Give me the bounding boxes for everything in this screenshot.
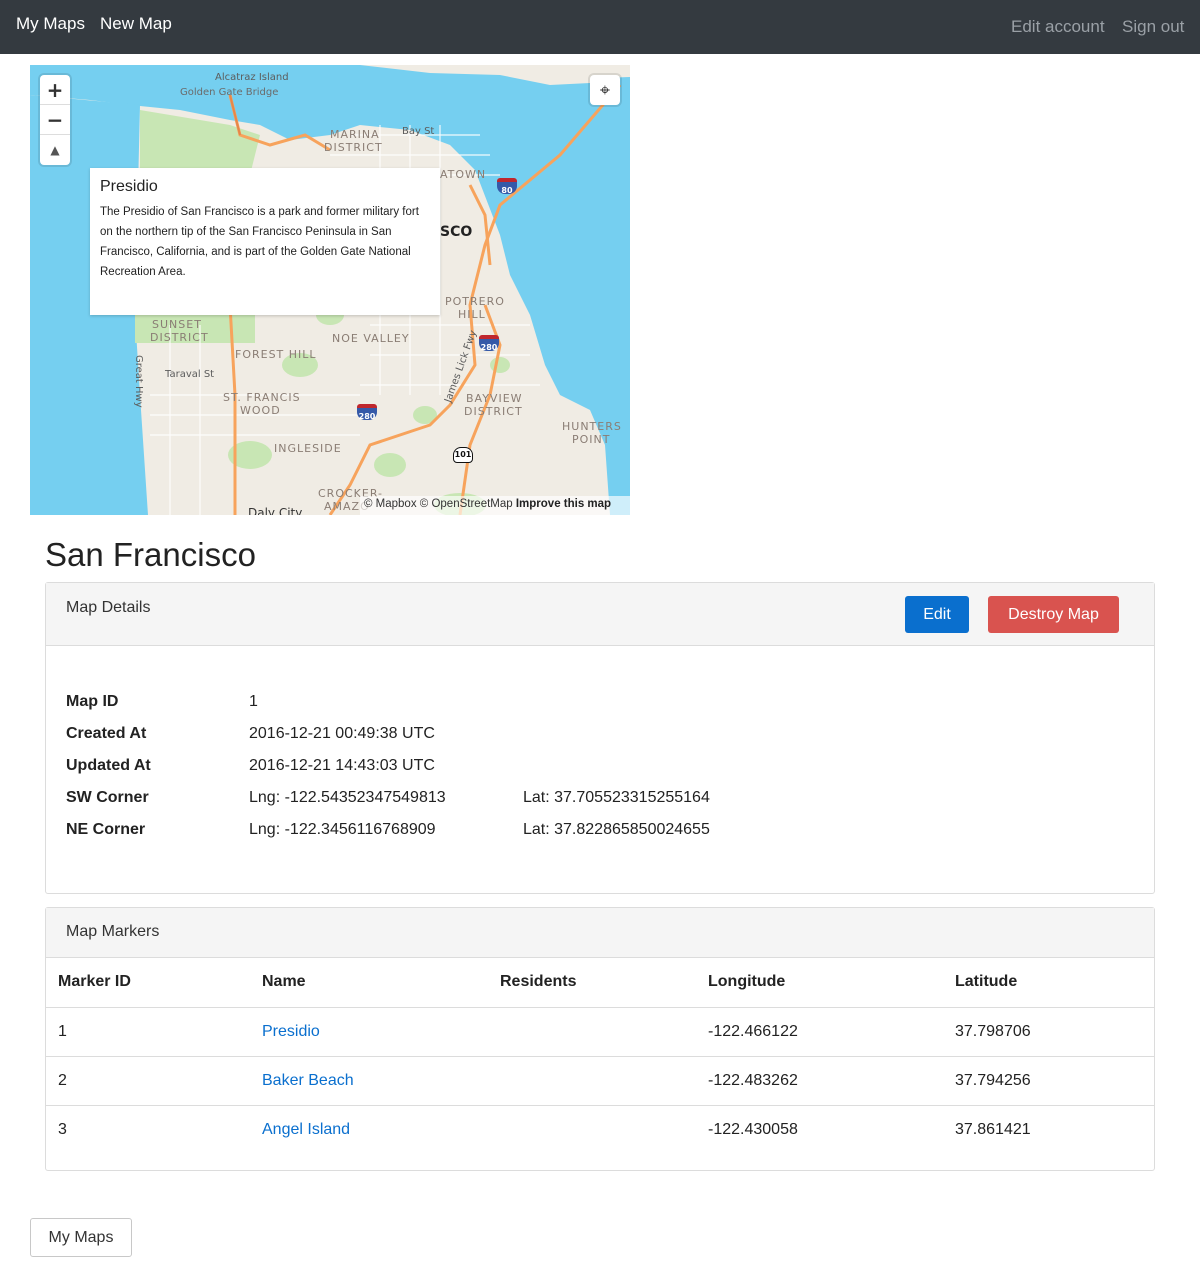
map-label-st-francis: ST. FRANCIS (223, 391, 301, 404)
map-label-sco: SCO (440, 224, 473, 240)
column-header-residents: Residents (488, 958, 696, 1008)
map-details-title: Map Details (66, 599, 151, 616)
map-label-sunset-district: DISTRICT (150, 331, 209, 344)
map-marker-popup: Presidio The Presidio of San Francisco i… (90, 168, 440, 315)
popup-title: Presidio (100, 178, 158, 195)
detail-label-updated-at: Updated At (66, 757, 151, 774)
map-label-point: POINT (572, 433, 611, 446)
detail-value-sw-lat: Lat: 37.705523315255164 (523, 789, 710, 806)
map-markers-title: Map Markers (66, 923, 160, 940)
map-markers-card: Map Markers Marker ID Name Residents Lon… (45, 907, 1155, 1171)
interstate-80-shield-icon: 80 (497, 178, 517, 195)
attribution-osm-link[interactable]: © OpenStreetMap (420, 498, 513, 510)
marker-id-cell: 2 (46, 1055, 250, 1105)
us-101-shield-icon: 101 (453, 447, 473, 463)
map-label-bayview: BAYVIEW (466, 392, 523, 405)
detail-value-ne-lng: Lng: -122.3456116768909 (249, 821, 436, 838)
compass-icon[interactable]: ▲ (40, 135, 70, 165)
nav-edit-account-link[interactable]: Edit account (1011, 17, 1105, 37)
table-header-row: Marker ID Name Residents Longitude Latit… (46, 958, 1154, 1008)
map-label-bay-st: Bay St (402, 126, 435, 137)
page-title: San Francisco (45, 536, 256, 573)
back-to-my-maps-button[interactable]: My Maps (30, 1218, 132, 1257)
map-label-golden-gate: Golden Gate Bridge (180, 87, 279, 98)
column-header-marker-id: Marker ID (46, 958, 250, 1008)
column-header-name: Name (250, 958, 488, 1008)
marker-residents-cell (488, 1055, 696, 1105)
edit-map-button[interactable]: Edit (905, 596, 969, 633)
map-label-sunset: SUNSET (152, 318, 202, 331)
nav-sign-out-link[interactable]: Sign out (1122, 17, 1184, 37)
map-label-marina: MARINA (330, 128, 380, 141)
column-header-latitude: Latitude (943, 958, 1154, 1008)
marker-id-cell: 1 (46, 1006, 250, 1056)
map-markers-header: Map Markers (46, 908, 1154, 958)
attribution-mapbox-link[interactable]: © Mapbox (364, 498, 417, 510)
detail-value-map-id: 1 (249, 693, 258, 710)
map-attribution: © Mapbox © OpenStreetMap Improve this ma… (360, 496, 630, 515)
popup-body: The Presidio of San Francisco is a park … (100, 206, 419, 278)
table-row: 1 Presidio -122.466122 37.798706 (46, 1006, 1154, 1056)
map-label-potrero: POTRERO (445, 295, 505, 308)
markers-table: Marker ID Name Residents Longitude Latit… (46, 958, 1154, 1154)
geolocate-icon[interactable]: ⌖ (590, 75, 620, 105)
marker-name-link[interactable]: Angel Island (262, 1121, 350, 1138)
marker-longitude-cell: -122.466122 (696, 1006, 943, 1056)
map-label-hunters: HUNTERS (562, 420, 622, 433)
nav-new-map-link[interactable]: New Map (100, 14, 172, 34)
marker-name-cell: Presidio (250, 1006, 488, 1056)
zoom-in-button[interactable]: + (40, 75, 70, 105)
detail-value-sw-lng: Lng: -122.54352347549813 (249, 789, 446, 806)
marker-id-cell: 3 (46, 1104, 250, 1154)
column-header-longitude: Longitude (696, 958, 943, 1008)
map-label-chinatown: ATOWN (440, 168, 487, 181)
marker-name-link[interactable]: Baker Beach (262, 1072, 354, 1089)
marker-name-link[interactable]: Presidio (262, 1023, 320, 1040)
detail-label-ne-corner: NE Corner (66, 821, 146, 838)
detail-value-updated-at: 2016-12-21 14:43:03 UTC (249, 757, 435, 774)
map-label-noe-valley: NOE VALLEY (332, 332, 410, 345)
map-label-taraval: Taraval St (165, 369, 215, 380)
interstate-280-shield-icon: 280 (479, 335, 499, 352)
marker-residents-cell (488, 1104, 696, 1154)
map-label-marina-district: DISTRICT (324, 141, 383, 154)
map-label-forest-hill: FOREST HILL (235, 348, 317, 361)
navbar: My Maps New Map Edit account Sign out (0, 0, 1200, 54)
zoom-out-button[interactable]: − (40, 105, 70, 135)
attribution-improve-link[interactable]: Improve this map (516, 498, 611, 510)
map-label-bayview-district: DISTRICT (464, 405, 523, 418)
marker-name-cell: Angel Island (250, 1104, 488, 1154)
map-label-ingleside: INGLESIDE (274, 442, 342, 455)
map-details-card: Map Details Edit Destroy Map Map ID 1 Cr… (45, 582, 1155, 894)
detail-value-created-at: 2016-12-21 00:49:38 UTC (249, 725, 435, 742)
detail-value-ne-lat: Lat: 37.822865850024655 (523, 821, 710, 838)
detail-label-map-id: Map ID (66, 693, 119, 710)
map-canvas[interactable]: Alcatraz Island Golden Gate Bridge MARIN… (30, 65, 630, 515)
interstate-280-shield-icon: 280 (357, 404, 377, 421)
map-label-daly-city: Daly City (248, 506, 303, 516)
marker-latitude-cell: 37.861421 (943, 1104, 1154, 1154)
marker-longitude-cell: -122.483262 (696, 1055, 943, 1105)
marker-name-cell: Baker Beach (250, 1055, 488, 1105)
marker-latitude-cell: 37.794256 (943, 1055, 1154, 1105)
map-details-header: Map Details Edit Destroy Map (46, 583, 1154, 646)
map-zoom-controls: + − ▲ (40, 75, 70, 165)
map-label-wood: WOOD (240, 404, 281, 417)
destroy-map-button[interactable]: Destroy Map (988, 596, 1119, 633)
marker-residents-cell (488, 1006, 696, 1056)
detail-label-created-at: Created At (66, 725, 147, 742)
table-row: 3 Angel Island -122.430058 37.861421 (46, 1104, 1154, 1154)
map-label-hill: HILL (458, 308, 486, 321)
map-label-great-hwy: Great Hwy (133, 355, 144, 408)
marker-latitude-cell: 37.798706 (943, 1006, 1154, 1056)
table-row: 2 Baker Beach -122.483262 37.794256 (46, 1055, 1154, 1105)
marker-longitude-cell: -122.430058 (696, 1104, 943, 1154)
map-label-alcatraz: Alcatraz Island (215, 72, 289, 83)
nav-my-maps-link[interactable]: My Maps (16, 14, 85, 34)
detail-label-sw-corner: SW Corner (66, 789, 149, 806)
